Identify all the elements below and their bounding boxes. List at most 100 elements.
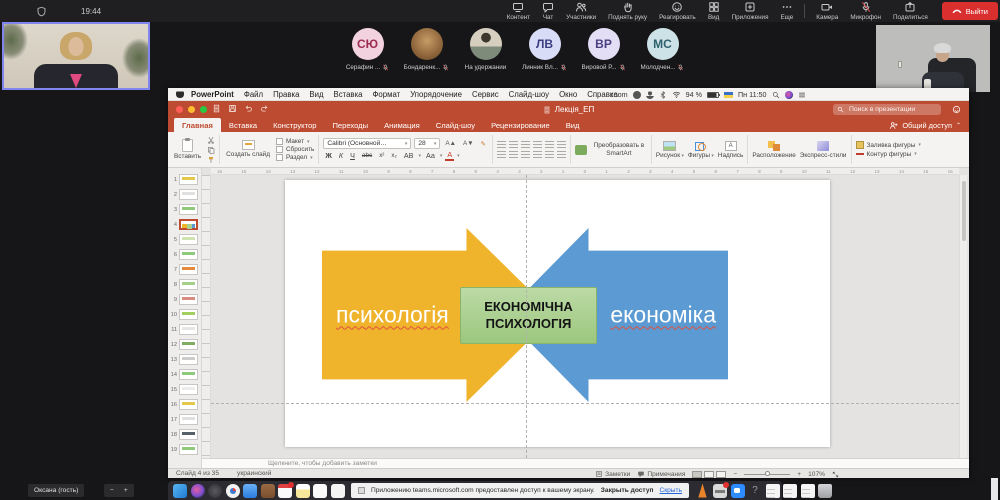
slide-thumbnail-row[interactable]: 17 — [168, 412, 201, 427]
slide-thumbnail-row[interactable]: 11 — [168, 322, 201, 337]
slide-thumbnail[interactable] — [179, 204, 198, 215]
slide-thumbnail[interactable] — [179, 309, 198, 320]
font-size-select[interactable]: 28▾ — [414, 138, 440, 149]
shrink-button[interactable]: − — [110, 487, 114, 494]
shape-outline-button[interactable]: Контур фигуры▾ — [856, 150, 921, 158]
paragraph-format-button[interactable] — [509, 141, 518, 149]
leave-meeting-button[interactable]: Выйти — [942, 2, 998, 20]
slideshow-view-button[interactable] — [716, 471, 726, 478]
slide-thumbnail-row[interactable]: 19 — [168, 442, 201, 457]
slide-thumbnail-row[interactable]: 3 — [168, 202, 201, 217]
slide[interactable]: психологія економіка ЕКОНОМІЧНА ПСИХОЛОГ… — [285, 180, 830, 447]
clear-format-icon[interactable]: ✎ — [479, 139, 488, 149]
paragraph-format-button[interactable] — [545, 151, 554, 159]
slide-thumbnail-row[interactable]: 18 — [168, 427, 201, 442]
slide-thumbnail[interactable] — [179, 429, 198, 440]
format-painter-icon[interactable] — [207, 156, 215, 164]
participant-tile[interactable]: ЛВЛинник Вл... — [515, 28, 574, 71]
dock-doc-icon[interactable] — [766, 484, 780, 498]
ribbon-tab[interactable]: Переходы — [324, 118, 376, 132]
paste-button[interactable]: Вставить — [172, 139, 203, 160]
menu-item-файл[interactable]: Файл — [244, 90, 263, 99]
wifi-icon[interactable] — [672, 90, 681, 99]
paragraph-format-button[interactable] — [557, 151, 566, 159]
slide-thumbnail[interactable] — [179, 414, 198, 425]
dock-printer-icon[interactable] — [713, 484, 727, 498]
paragraph-format-button[interactable] — [557, 141, 566, 149]
comments-toggle[interactable]: Примечания — [637, 470, 685, 478]
more-button[interactable]: Еще — [774, 0, 799, 22]
participants-button[interactable]: Участники — [560, 0, 602, 22]
dock-finder-icon[interactable] — [173, 484, 187, 498]
font-effect-button[interactable]: Ч — [348, 151, 357, 160]
new-slide-button[interactable]: Создать слайд — [224, 140, 272, 158]
shape-fill-button[interactable]: Заливка фигуры▾ — [856, 141, 921, 149]
slide-thumbnail-row[interactable]: 12 — [168, 337, 201, 352]
dock-doc-icon[interactable] — [801, 484, 815, 498]
dock-zoom-app-icon[interactable] — [731, 484, 745, 498]
ribbon-tab[interactable]: Конструктор — [265, 118, 324, 132]
slide-thumbnail-row[interactable]: 4 — [168, 217, 201, 232]
paragraph-format-button[interactable] — [533, 141, 542, 149]
ribbon-tab[interactable]: Вид — [558, 118, 588, 132]
fit-slide-icon[interactable] — [832, 471, 839, 478]
paragraph-format-button[interactable] — [521, 151, 530, 159]
slide-scrollbar[interactable] — [959, 175, 967, 458]
language-indicator[interactable]: украинский — [237, 470, 271, 477]
font-effect-button[interactable]: Ж — [323, 151, 334, 160]
slide-thumbnail[interactable] — [179, 384, 198, 395]
section-button[interactable]: Раздел▾ — [276, 154, 314, 161]
dock-unknown-icon[interactable]: ? — [748, 484, 762, 498]
slide-thumbnail-row[interactable]: 2 — [168, 187, 201, 202]
insert-shapes-button[interactable]: Фигуры ▾ — [688, 141, 714, 159]
menu-item-вид[interactable]: Вид — [309, 90, 323, 99]
menu-item-сервис[interactable]: Сервис — [472, 90, 499, 99]
mic-muted-button[interactable]: Микрофон — [844, 0, 887, 22]
slide-thumbnail[interactable] — [179, 234, 198, 245]
dock-mail-icon[interactable] — [243, 484, 257, 498]
ribbon-tab[interactable]: Главная — [174, 118, 221, 132]
apps-button[interactable]: Приложения — [726, 0, 775, 22]
menu-item-слайд-шоу[interactable]: Слайд-шоу — [509, 90, 549, 99]
slide-thumbnail-row[interactable]: 15 — [168, 382, 201, 397]
menu-item-вставка[interactable]: Вставка — [334, 90, 363, 99]
shrink-font-button[interactable]: А▼ — [461, 139, 476, 148]
participant-tile[interactable]: Бондаренк... — [397, 28, 456, 71]
panel-scrollbar[interactable] — [991, 478, 998, 500]
zoom-menu-item[interactable]: zoom — [610, 90, 628, 99]
dock-vlc-icon[interactable] — [696, 484, 710, 498]
dock-books-icon[interactable] — [261, 484, 275, 498]
slide-thumbnail[interactable] — [179, 189, 198, 200]
slide-thumbnail[interactable] — [179, 249, 198, 260]
font-name-select[interactable]: Calibri (Основной…▾ — [323, 138, 411, 149]
slide-thumbnail-row[interactable]: 8 — [168, 277, 201, 292]
paragraph-format-button[interactable] — [497, 151, 506, 159]
quick-styles-button[interactable]: Экспресс-стили — [800, 141, 847, 159]
font-effect-button[interactable]: Аа — [424, 151, 437, 160]
zoom-out-button[interactable]: − — [733, 471, 737, 478]
video-tile-participant[interactable] — [876, 25, 990, 92]
dock-notes-icon[interactable] — [296, 484, 310, 498]
input-source-icon[interactable] — [633, 91, 641, 99]
video-tile-active-speaker[interactable] — [2, 22, 150, 90]
notes-pane[interactable]: Щелкните, чтобы добавить заметки — [202, 458, 969, 468]
paragraph-format-button[interactable] — [509, 151, 518, 159]
menu-item-окно[interactable]: Окно — [559, 90, 577, 99]
copy-icon[interactable] — [207, 146, 215, 154]
raise-hand-button[interactable]: Поднять руку — [602, 0, 653, 22]
font-effect-button[interactable]: А — [445, 151, 454, 160]
dock-trash-icon[interactable] — [818, 484, 832, 498]
search-input[interactable] — [847, 105, 937, 114]
user-menu-icon[interactable] — [646, 91, 654, 99]
security-shield-icon[interactable] — [36, 6, 47, 17]
menubar-clock[interactable]: Пн 11:50 — [738, 90, 767, 99]
cut-icon[interactable] — [207, 136, 215, 144]
slide-thumbnail-row[interactable]: 7 — [168, 262, 201, 277]
content-button[interactable]: Контент — [501, 0, 536, 22]
slide-thumbnail[interactable] — [179, 294, 198, 305]
slide-thumbnail[interactable] — [179, 444, 198, 455]
dock-doc-icon[interactable] — [783, 484, 797, 498]
dock-launchpad-icon[interactable] — [208, 484, 222, 498]
participant-tile[interactable]: ВРВировой Р... — [574, 28, 633, 71]
siri-icon[interactable] — [785, 91, 793, 99]
